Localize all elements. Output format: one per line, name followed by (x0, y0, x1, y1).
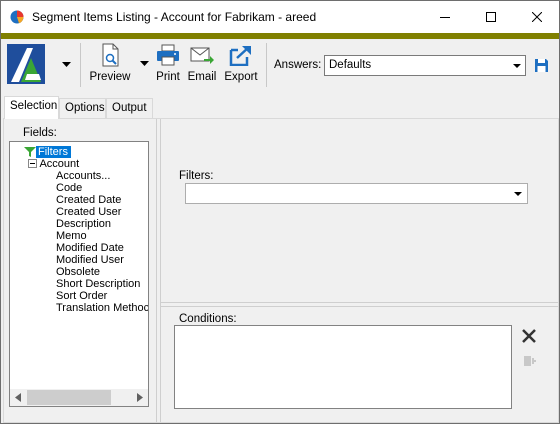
tree-item-field[interactable]: Memo (56, 230, 87, 242)
minimize-button[interactable] (422, 1, 468, 33)
preview-dropdown-icon[interactable] (140, 61, 149, 66)
title-bar: Segment Items Listing - Account for Fabr… (1, 1, 559, 33)
minimize-icon (440, 17, 450, 18)
tree-item-field[interactable]: Created User (56, 206, 121, 218)
preview-label: Preview (89, 71, 131, 83)
scroll-thumb[interactable] (27, 390, 111, 405)
toolbar-separator (80, 43, 81, 87)
pie-chart-icon (10, 10, 24, 24)
tree-item-account[interactable]: Account (28, 158, 79, 170)
answers-dropdown[interactable]: Defaults (324, 55, 526, 76)
tree-item-field[interactable]: Modified Date (56, 242, 124, 254)
tree-item-label: Account (39, 158, 80, 170)
fields-tree[interactable]: Filters Account Accounts... Code Created… (9, 141, 149, 407)
print-label: Print (156, 71, 180, 83)
toolbar: Preview Print Email Export Answers: Defa… (1, 39, 559, 93)
preview-document-icon (102, 43, 119, 67)
tree-item-field[interactable]: Description (56, 218, 111, 230)
answers-label: Answers: (274, 59, 322, 71)
save-disk-icon[interactable] (534, 58, 549, 73)
printer-icon (157, 44, 179, 66)
conditions-box[interactable] (174, 325, 512, 409)
horizontal-scrollbar[interactable] (10, 389, 148, 406)
chevron-down-icon (514, 192, 522, 196)
preview-button[interactable]: Preview (90, 43, 130, 87)
tree-item-field[interactable]: Obsolete (56, 266, 100, 278)
email-label: Email (187, 71, 217, 83)
export-button[interactable]: Export (223, 43, 259, 87)
tree-item-field[interactable]: Created Date (56, 194, 121, 206)
tab-options[interactable]: Options (59, 98, 106, 118)
tree-item-field[interactable]: Modified User (56, 254, 124, 266)
tree-item-field[interactable]: Sort Order (56, 290, 107, 302)
email-button[interactable]: Email (187, 43, 217, 87)
maximize-button[interactable] (468, 1, 514, 33)
vertical-splitter[interactable] (156, 119, 161, 422)
close-window-button[interactable] (514, 1, 560, 33)
chevron-down-icon (513, 64, 521, 68)
report-window: Segment Items Listing - Account for Fabr… (0, 0, 560, 424)
edit-condition-icon[interactable] (523, 354, 537, 368)
envelope-icon (190, 47, 214, 64)
tree-item-field[interactable]: Translation Methoc (56, 302, 148, 314)
company-logo-icon (7, 44, 45, 84)
maximize-icon (486, 12, 496, 22)
tab-output[interactable]: Output (106, 98, 153, 118)
tree-item-field[interactable]: Short Description (56, 278, 140, 290)
delete-condition-icon[interactable] (521, 328, 537, 344)
tree-item-filters[interactable]: Filters (24, 146, 71, 158)
print-button[interactable]: Print (154, 43, 182, 87)
export-label: Export (224, 71, 258, 83)
conditions-label: Conditions: (179, 313, 237, 325)
collapse-icon[interactable] (28, 159, 37, 168)
tree-item-label: Filters (36, 146, 71, 158)
filters-label: Filters: (179, 170, 214, 182)
toolbar-separator (266, 43, 267, 87)
company-logo-button[interactable] (7, 44, 45, 84)
fields-label: Fields: (23, 127, 57, 139)
scroll-right-icon[interactable] (137, 393, 143, 402)
tree-item-field[interactable]: Accounts... (56, 170, 110, 182)
horizontal-splitter[interactable] (161, 302, 558, 307)
scroll-left-icon[interactable] (15, 393, 21, 402)
export-arrow-icon (229, 46, 251, 66)
logo-dropdown-icon[interactable] (62, 62, 71, 67)
tab-selection[interactable]: Selection (4, 96, 59, 119)
filters-dropdown[interactable] (185, 183, 528, 204)
answers-value: Defaults (329, 59, 372, 71)
filter-funnel-icon (24, 147, 36, 157)
tree-item-field[interactable]: Code (56, 182, 82, 194)
close-icon (532, 12, 542, 22)
window-title: Segment Items Listing - Account for Fabr… (32, 10, 317, 24)
